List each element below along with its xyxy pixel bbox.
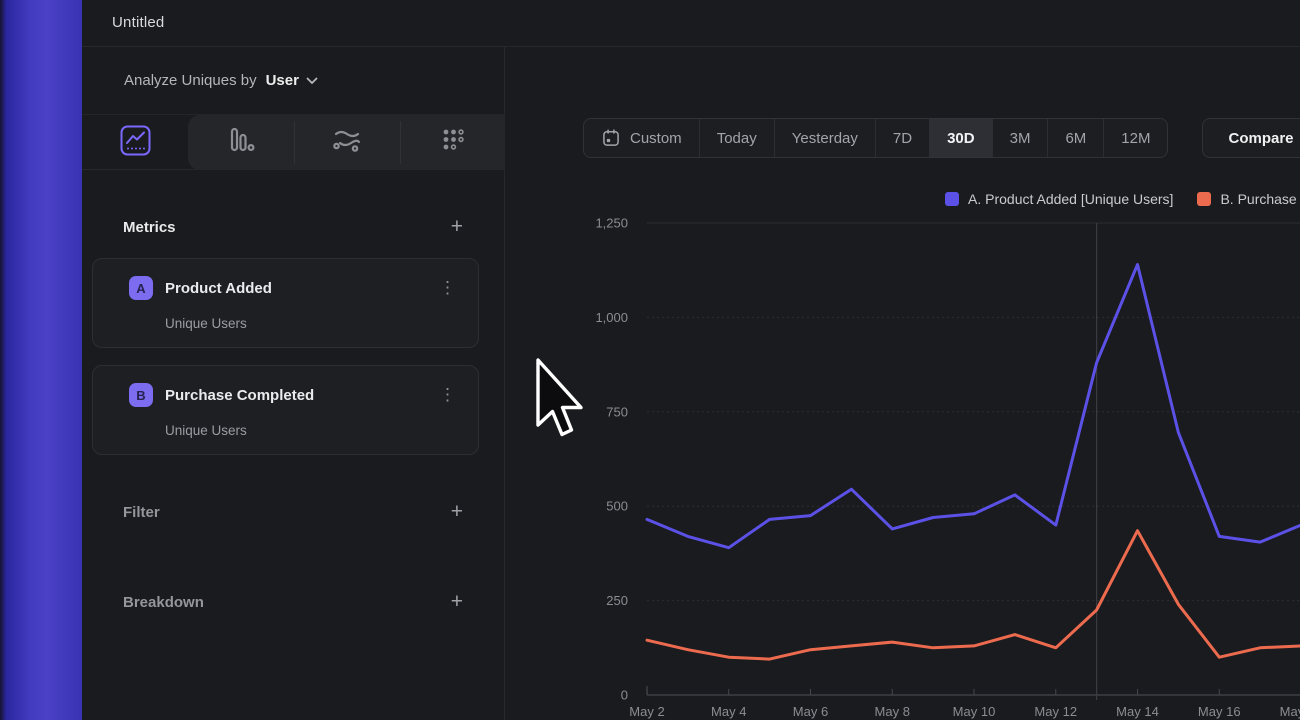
metric-name: Product Added bbox=[165, 280, 272, 297]
date-range-control: Custom Today Yesterday 7D 30D 3M 6M 12M bbox=[583, 118, 1168, 158]
range-button-6m[interactable]: 6M bbox=[1048, 119, 1104, 157]
legend-swatch bbox=[1197, 192, 1211, 206]
filter-title: Filter bbox=[123, 504, 160, 521]
bar-chart-icon bbox=[226, 125, 256, 160]
left-gradient-strip bbox=[0, 0, 82, 720]
range-button-12m[interactable]: 12M bbox=[1104, 119, 1167, 157]
range-button-label: Today bbox=[717, 130, 757, 147]
chart-panel: Custom Today Yesterday 7D 30D 3M 6M 12M Compare… bbox=[505, 47, 1300, 720]
metrics-header: Metrics + bbox=[123, 217, 463, 237]
add-filter-button[interactable]: + bbox=[451, 502, 463, 522]
breakdown-header: Breakdown + bbox=[123, 592, 463, 612]
legend-label: A. Product Added [Unique Users] bbox=[968, 191, 1173, 207]
range-button-custom[interactable]: Custom bbox=[584, 119, 700, 157]
range-button-3m[interactable]: 3M bbox=[993, 119, 1049, 157]
top-bar: Untitled bbox=[82, 0, 1300, 47]
metric-name: Purchase Completed bbox=[165, 387, 314, 404]
calendar-icon bbox=[601, 128, 621, 148]
range-button-label: 6M bbox=[1065, 130, 1086, 147]
range-button-7d[interactable]: 7D bbox=[876, 119, 930, 157]
range-button-label: 30D bbox=[947, 130, 975, 147]
range-button-label: 7D bbox=[893, 130, 912, 147]
range-button-30d[interactable]: 30D bbox=[930, 119, 993, 157]
breakdown-title: Breakdown bbox=[123, 594, 204, 611]
legend-item[interactable]: B. Purchase Completed [Unique Users] bbox=[1197, 191, 1300, 207]
line-chart-icon bbox=[120, 125, 151, 161]
range-button-yesterday[interactable]: Yesterday bbox=[775, 119, 876, 157]
metrics-title: Metrics bbox=[123, 219, 176, 236]
metric-card[interactable]: B Purchase Completed ⋮ Unique Users bbox=[92, 365, 479, 455]
tab-bar-chart[interactable] bbox=[188, 115, 294, 170]
query-builder-sidebar: Analyze Uniques by User bbox=[82, 47, 505, 720]
add-metric-button[interactable]: + bbox=[451, 217, 463, 237]
kebab-menu-icon[interactable]: ⋮ bbox=[439, 385, 456, 405]
legend-item[interactable]: A. Product Added [Unique Users] bbox=[945, 191, 1173, 207]
tab-retention-grid[interactable] bbox=[400, 115, 505, 170]
metric-card[interactable]: A Product Added ⋮ Unique Users bbox=[92, 258, 479, 348]
metric-measurement[interactable]: Unique Users bbox=[165, 423, 247, 438]
add-breakdown-button[interactable]: + bbox=[451, 592, 463, 612]
tab-line-chart[interactable] bbox=[82, 115, 188, 170]
range-button-label: Yesterday bbox=[792, 130, 858, 147]
chart-type-tabbar bbox=[82, 115, 505, 170]
app-screenshot: Untitled Analyze Uniques by User bbox=[0, 0, 1300, 720]
analyze-by-row: Analyze Uniques by User bbox=[82, 47, 505, 115]
analyze-by-label: Analyze Uniques by bbox=[124, 72, 257, 89]
legend-label: B. Purchase Completed [Unique Users] bbox=[1220, 191, 1300, 207]
chevron-down-icon[interactable] bbox=[306, 77, 318, 85]
report-title[interactable]: Untitled bbox=[112, 14, 164, 31]
range-button-label: 3M bbox=[1010, 130, 1031, 147]
analyze-by-dropdown[interactable]: User bbox=[266, 72, 299, 89]
range-button-today[interactable]: Today bbox=[700, 119, 775, 157]
compare-button[interactable]: Compare bbox=[1202, 118, 1300, 158]
tab-flows[interactable] bbox=[294, 115, 400, 170]
metric-badge: A bbox=[129, 276, 153, 300]
range-button-label: Custom bbox=[630, 130, 682, 147]
analytics-app-window: Untitled Analyze Uniques by User bbox=[82, 0, 1300, 720]
metric-badge: B bbox=[129, 383, 153, 407]
range-button-label: 12M bbox=[1121, 130, 1150, 147]
chart-legend: A. Product Added [Unique Users] B. Purcha… bbox=[945, 191, 1300, 207]
metric-measurement[interactable]: Unique Users bbox=[165, 316, 247, 331]
kebab-menu-icon[interactable]: ⋮ bbox=[439, 278, 456, 298]
legend-swatch bbox=[945, 192, 959, 206]
retention-grid-icon bbox=[439, 126, 467, 159]
filter-header: Filter + bbox=[123, 502, 463, 522]
flows-icon bbox=[331, 126, 363, 159]
